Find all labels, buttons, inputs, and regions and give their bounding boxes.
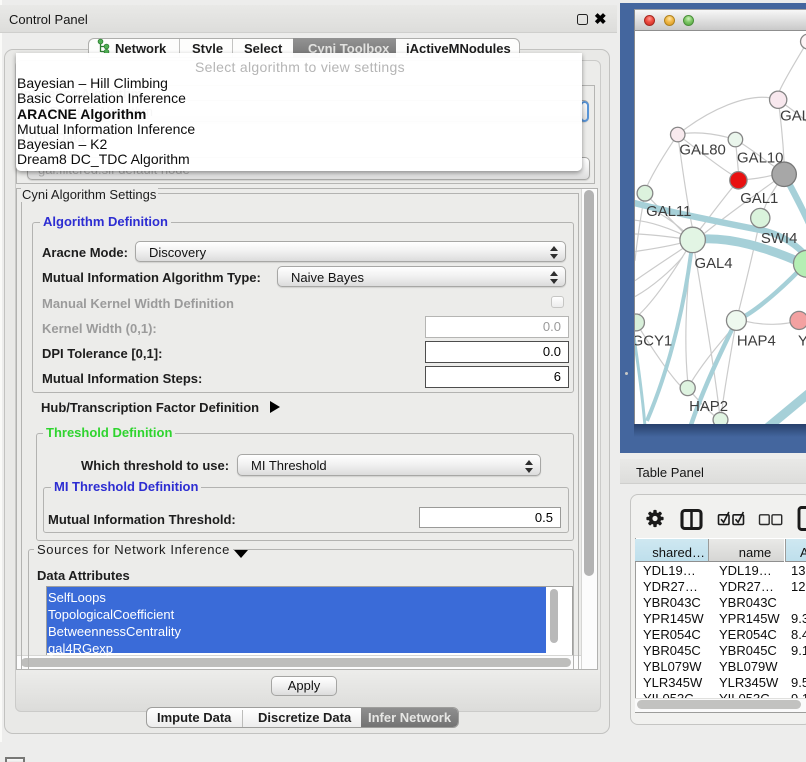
svg-text:HAP4: HAP4 [737,333,776,349]
svg-text:GCY1: GCY1 [634,333,672,349]
svg-text:GAL10: GAL10 [737,150,783,166]
svg-text:GAL7: GAL7 [780,109,806,125]
svg-text:GAL11: GAL11 [646,204,691,220]
svg-text:GAL1: GAL1 [740,191,778,207]
svg-text:YEL0: YEL0 [798,333,806,349]
svg-text:SWI4: SWI4 [761,231,797,247]
svg-text:GAL80: GAL80 [679,142,725,158]
svg-text:HAP2: HAP2 [689,399,728,415]
svg-text:GAL4: GAL4 [694,256,732,272]
